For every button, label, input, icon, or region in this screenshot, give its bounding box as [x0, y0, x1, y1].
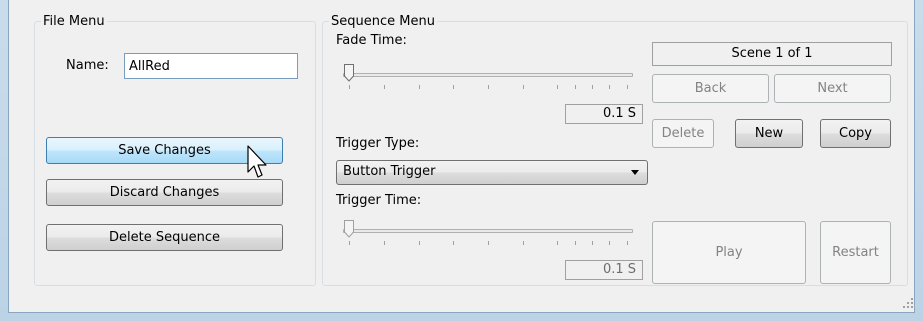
resize-grip-icon[interactable]	[902, 297, 914, 309]
restart-label: Restart	[832, 245, 879, 260]
name-input[interactable]	[124, 53, 298, 79]
fade-time-value: 0.1 S	[565, 104, 643, 124]
slider-thumb-icon[interactable]	[344, 220, 354, 238]
fade-time-label: Fade Time:	[336, 33, 407, 48]
slider-thumb-icon[interactable]	[344, 64, 354, 82]
trigger-time-value: 0.1 S	[565, 260, 643, 280]
delete-sequence-label: Delete Sequence	[109, 230, 220, 245]
fade-time-slider[interactable]	[339, 58, 639, 89]
restart-button[interactable]: Restart	[820, 221, 891, 284]
delete-sequence-button[interactable]: Delete Sequence	[46, 224, 283, 251]
window-client-area: File Menu Name: Save Changes Discard Cha…	[8, 0, 915, 313]
sequence-menu-title: Sequence Menu	[331, 14, 435, 29]
name-label: Name:	[66, 58, 109, 73]
play-button[interactable]: Play	[652, 221, 806, 284]
trigger-time-track	[343, 229, 633, 233]
delete-scene-button[interactable]: Delete	[652, 119, 714, 148]
next-button[interactable]: Next	[774, 74, 891, 103]
new-scene-label: New	[754, 126, 784, 141]
copy-scene-button[interactable]: Copy	[820, 119, 891, 148]
arrow-pointer-icon	[247, 145, 267, 178]
trigger-type-value: Button Trigger	[343, 164, 436, 179]
copy-scene-label: Copy	[839, 126, 872, 141]
back-button[interactable]: Back	[652, 74, 769, 103]
trigger-time-slider[interactable]	[339, 214, 639, 245]
play-label: Play	[715, 245, 743, 260]
discard-changes-label: Discard Changes	[109, 185, 220, 200]
back-label: Back	[694, 81, 727, 96]
save-changes-label: Save Changes	[118, 143, 211, 158]
trigger-type-select[interactable]: Button Trigger	[336, 160, 648, 185]
trigger-type-label: Trigger Type:	[336, 136, 420, 151]
next-label: Next	[817, 81, 848, 96]
fade-time-track	[343, 73, 633, 77]
scene-indicator: Scene 1 of 1	[652, 42, 892, 66]
new-scene-button[interactable]: New	[735, 119, 803, 148]
file-menu-title: File Menu	[43, 14, 105, 29]
delete-scene-label: Delete	[661, 126, 705, 141]
chevron-down-icon	[631, 170, 639, 175]
trigger-time-label: Trigger Time:	[336, 193, 422, 208]
